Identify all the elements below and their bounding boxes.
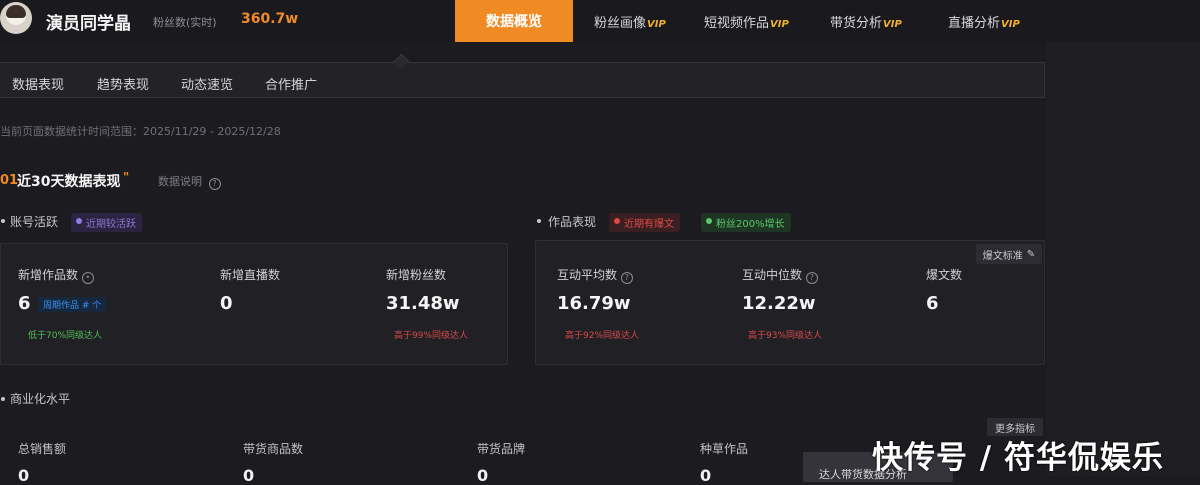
metric-new-works-label: 新增作品数 • — [18, 266, 94, 284]
divider — [507, 243, 508, 365]
metric-new-fans-label: 新增粉丝数 — [386, 268, 447, 282]
hit-article-badge: 近期有爆文 — [609, 213, 680, 232]
metric-new-live-label: 新增直播数 — [220, 268, 281, 282]
help-circle-icon: ? — [805, 272, 818, 284]
metric-new-fans-note: 高于99%同级达人 — [394, 331, 469, 341]
fans-count-label: 粉丝数(实时) — [153, 16, 217, 29]
subtab-data-performance[interactable]: 数据表现 — [12, 74, 64, 93]
nav-tab-fan-profile[interactable]: 粉丝画像VIP — [594, 12, 666, 31]
nav-tab-label: 带货分析 — [830, 16, 883, 31]
data-explanation-label: 数据说明 — [158, 175, 202, 188]
data-explanation-link[interactable]: 数据说明 ? — [158, 173, 221, 190]
nav-tab-label: 直播分析 — [948, 16, 1001, 31]
subtab-trend-performance[interactable]: 趋势表现 — [97, 74, 149, 93]
nav-tab-label: 粉丝画像 — [594, 16, 647, 31]
vip-badge: VIP — [770, 19, 789, 30]
metric-hit-count-label: 爆文数 — [926, 268, 963, 282]
bullet-dot — [537, 219, 541, 223]
commerce-level-label: 商业化水平 — [10, 392, 71, 406]
pencil-icon: ✎ — [1026, 248, 1036, 260]
metric-median-interaction-value: 12.22w — [742, 293, 816, 314]
seeding-works-label: 种草作品 — [700, 442, 749, 456]
nav-tab-short-video[interactable]: 短视频作品VIP — [704, 12, 789, 31]
fans-count-value: 360.7w — [241, 11, 299, 27]
section-number: 01 — [0, 173, 19, 188]
metric-new-fans-value: 31.48w — [386, 293, 460, 314]
metric-avg-interaction-note: 高于92%同级达人 — [565, 331, 640, 341]
works-performance-label: 作品表现 — [548, 215, 597, 229]
brands-label: 带货品牌 — [477, 442, 526, 456]
help-circle-icon: ? — [620, 272, 633, 284]
watermark-text: 快传号 / 符华侃娱乐 — [872, 440, 1164, 476]
metric-avg-interaction-label: 互动平均数 ? — [557, 266, 633, 284]
edit-button-label: 爆文标准 — [982, 250, 1023, 262]
section-quote-mark: " — [123, 170, 130, 184]
subtab-cooperation[interactable]: 合作推广 — [265, 74, 317, 93]
bullet-dot — [1, 219, 5, 223]
nav-tab-label: 数据概览 — [486, 14, 542, 30]
help-circle-icon: ? — [208, 178, 221, 190]
nav-tab-sales-analysis[interactable]: 带货分析VIP — [830, 12, 902, 31]
metric-median-interaction-label: 互动中位数 ? — [742, 266, 818, 284]
vip-badge: VIP — [1001, 19, 1020, 30]
fan-growth-badge: 粉丝200%增长 — [701, 213, 791, 232]
section-title: 近30天数据表现 — [17, 174, 121, 190]
metric-hit-count-value: 6 — [926, 293, 939, 314]
activity-badge: 近期较活跃 — [71, 213, 142, 232]
hit-standard-edit-button[interactable]: 爆文标准 ✎ — [976, 244, 1042, 264]
metric-new-live-value: 0 — [220, 293, 233, 314]
account-activity-label: 账号活跃 — [10, 215, 59, 229]
subtab-activity-overview[interactable]: 动态速览 — [181, 74, 233, 93]
nav-tab-data-overview[interactable]: 数据概览 — [455, 0, 573, 42]
goods-count-label: 带货商品数 — [243, 442, 304, 456]
metric-new-works-value: 6 — [18, 293, 31, 314]
date-range: 当前页面数据统计时间范围：2025/11/29 - 2025/12/28 — [0, 125, 281, 138]
metric-new-works-note: 低于70%同级达人 — [28, 331, 103, 341]
info-icon: • — [81, 272, 94, 284]
metric-avg-interaction-value: 16.79w — [557, 293, 631, 314]
vip-badge: VIP — [883, 19, 902, 30]
vip-badge: VIP — [647, 19, 666, 30]
total-sales-label: 总销售额 — [18, 442, 67, 456]
metric-median-interaction-note: 高于93%同级达人 — [748, 331, 823, 341]
sub-tab-bar — [0, 62, 1045, 98]
bullet-dot — [1, 397, 5, 401]
nav-tab-label: 短视频作品 — [704, 16, 770, 31]
nav-tab-live-analysis[interactable]: 直播分析VIP — [948, 12, 1020, 31]
right-margin — [1046, 42, 1200, 476]
account-name: 演员同学晶 — [46, 14, 131, 34]
avatar[interactable] — [0, 2, 32, 34]
works-cycle-tag: 周期作品 # 个 — [38, 297, 107, 312]
